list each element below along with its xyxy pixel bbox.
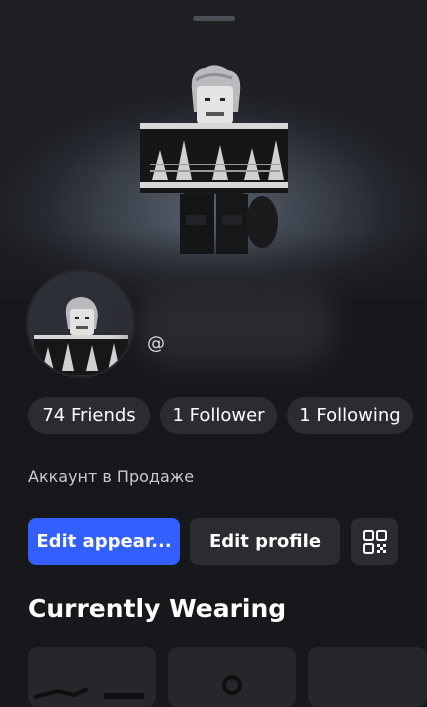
currently-wearing-title: Currently Wearing	[28, 594, 287, 623]
drag-handle-icon[interactable]	[193, 16, 235, 21]
wearing-item-card[interactable]	[168, 647, 296, 707]
friends-count-button[interactable]: 74 Friends	[28, 397, 150, 434]
followers-count-button[interactable]: 1 Follower	[160, 397, 277, 434]
wearing-item-thumbnail-icon	[28, 687, 156, 699]
following-count-label: 1 Following	[299, 405, 401, 426]
wearing-item-card[interactable]	[308, 647, 427, 707]
wearing-item-card[interactable]	[28, 647, 156, 707]
edit-appearance-label: Edit appear...	[36, 531, 172, 552]
edit-profile-label: Edit profile	[208, 531, 322, 552]
wearing-item-thumbnail-icon	[222, 675, 242, 695]
avatar-headshot-icon	[28, 271, 133, 376]
username-prefix: @	[147, 333, 165, 354]
following-count-button[interactable]: 1 Following	[287, 397, 413, 434]
followers-count-label: 1 Follower	[172, 405, 265, 426]
edit-appearance-button[interactable]: Edit appear...	[28, 518, 180, 565]
qr-code-icon	[362, 529, 387, 554]
profile-status: Аккаунт в Продаже	[28, 467, 195, 486]
display-name-redacted	[136, 283, 336, 365]
edit-profile-button[interactable]: Edit profile	[190, 518, 340, 565]
qr-code-button[interactable]	[351, 518, 398, 565]
friends-count-label: 74 Friends	[42, 405, 136, 426]
avatar[interactable]	[28, 271, 133, 376]
